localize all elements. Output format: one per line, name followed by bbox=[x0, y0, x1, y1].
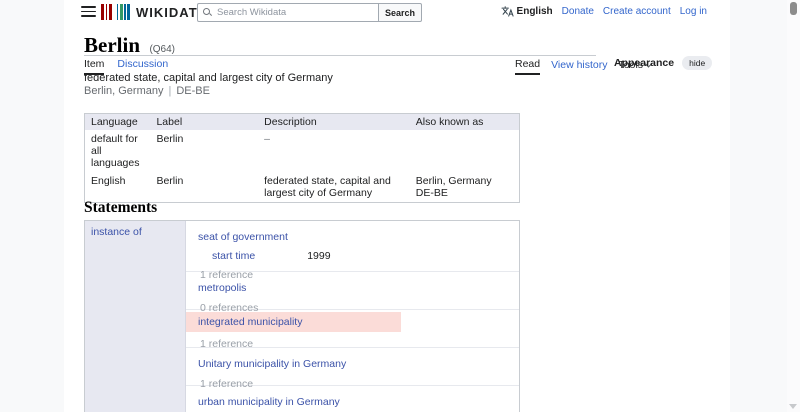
property-link-instance-of[interactable]: instance of bbox=[91, 226, 142, 238]
cell-description: – bbox=[258, 130, 410, 172]
value-link[interactable]: urban municipality in Germany bbox=[198, 396, 340, 408]
statement-property-cell: instance of bbox=[85, 221, 186, 412]
statement-block: seat of government start time 1999 1 ref… bbox=[186, 221, 519, 271]
header-user-links: English Donate Create account Log in bbox=[501, 6, 707, 17]
appearance-panel: Appearance hide bbox=[614, 56, 712, 70]
col-language: Language bbox=[85, 114, 151, 131]
table-row: default for all languages Berlin – bbox=[85, 130, 520, 172]
search-button[interactable]: Search bbox=[379, 3, 422, 22]
statement-block: Unitary municipality in Germany 1 refere… bbox=[186, 347, 519, 385]
search-input-box[interactable] bbox=[197, 3, 379, 22]
alias-separator: | bbox=[168, 85, 171, 97]
terms-table: Language Label Description Also known as… bbox=[84, 113, 520, 203]
terms-header-row: Language Label Description Also known as bbox=[85, 114, 520, 131]
statement-block: integrated municipality 1 reference bbox=[186, 309, 519, 347]
content-sheet: WIKIDATA Search English Donate Create ac… bbox=[64, 0, 730, 412]
log-in-link[interactable]: Log in bbox=[680, 6, 707, 17]
cell-description: federated state, capital and largest cit… bbox=[258, 172, 410, 203]
table-row: English Berlin federated state, capital … bbox=[85, 172, 520, 203]
cell-language: default for all languages bbox=[85, 130, 151, 172]
col-also-known-as: Also known as bbox=[410, 114, 520, 131]
entity-description: federated state, capital and largest cit… bbox=[84, 72, 333, 84]
search-bar: Search bbox=[197, 3, 422, 22]
cell-label: Berlin bbox=[150, 130, 258, 172]
tab-read[interactable]: Read bbox=[515, 58, 540, 75]
statement-values: seat of government start time 1999 1 ref… bbox=[186, 221, 519, 412]
col-label: Label bbox=[150, 114, 258, 131]
entity-aliases-line: Berlin, Germany | DE-BE bbox=[84, 85, 210, 97]
language-icon bbox=[501, 6, 514, 17]
create-account-link[interactable]: Create account bbox=[603, 6, 671, 17]
appearance-title: Appearance bbox=[614, 57, 674, 69]
value-link[interactable]: Unitary municipality in Germany bbox=[198, 358, 346, 370]
statement-group-instance-of: instance of seat of government start tim… bbox=[84, 220, 520, 412]
entity-alias-code: DE-BE bbox=[176, 85, 210, 97]
donate-link[interactable]: Donate bbox=[562, 6, 594, 17]
wikidata-logo[interactable]: WIKIDATA bbox=[101, 4, 207, 20]
value-link[interactable]: integrated municipality bbox=[198, 316, 302, 328]
language-selector[interactable]: English bbox=[501, 6, 553, 17]
qualifier-row: start time 1999 bbox=[212, 250, 519, 262]
search-icon bbox=[203, 8, 212, 17]
tab-view-history[interactable]: View history bbox=[551, 59, 607, 74]
wikidata-barcode-icon bbox=[101, 4, 130, 20]
cell-aka: Berlin, Germany DE-BE bbox=[410, 172, 520, 203]
value-link[interactable]: seat of government bbox=[198, 231, 288, 243]
entity-aliases: Berlin, Germany bbox=[84, 85, 163, 97]
vertical-scrollbar[interactable] bbox=[787, 0, 800, 412]
appearance-hide-button[interactable]: hide bbox=[682, 56, 712, 70]
scrollbar-down-arrow-icon[interactable] bbox=[789, 404, 797, 409]
language-label: English bbox=[517, 6, 553, 17]
scrollbar-thumb[interactable] bbox=[790, 2, 797, 15]
cell-label: Berlin bbox=[150, 172, 258, 203]
search-input[interactable] bbox=[217, 7, 373, 18]
cell-aka bbox=[410, 130, 520, 172]
statement-value-row: Unitary municipality in Germany bbox=[186, 348, 519, 372]
aka-line: DE-BE bbox=[416, 187, 513, 199]
statement-value-row: integrated municipality bbox=[186, 312, 401, 332]
main-menu-hamburger-icon[interactable] bbox=[81, 6, 96, 18]
cell-language: English bbox=[85, 172, 151, 203]
aka-line: Berlin, Germany bbox=[416, 175, 513, 187]
statement-value-row: seat of government bbox=[186, 221, 519, 245]
page-title: Berlin bbox=[84, 33, 140, 57]
entity-id: (Q64) bbox=[149, 44, 175, 55]
statements-heading: Statements bbox=[84, 199, 157, 217]
value-link[interactable]: metropolis bbox=[198, 282, 246, 294]
col-description: Description bbox=[258, 114, 410, 131]
qualifier-value: 1999 bbox=[307, 250, 330, 262]
title-divider bbox=[84, 55, 596, 56]
qualifier-property-link[interactable]: start time bbox=[212, 250, 255, 262]
